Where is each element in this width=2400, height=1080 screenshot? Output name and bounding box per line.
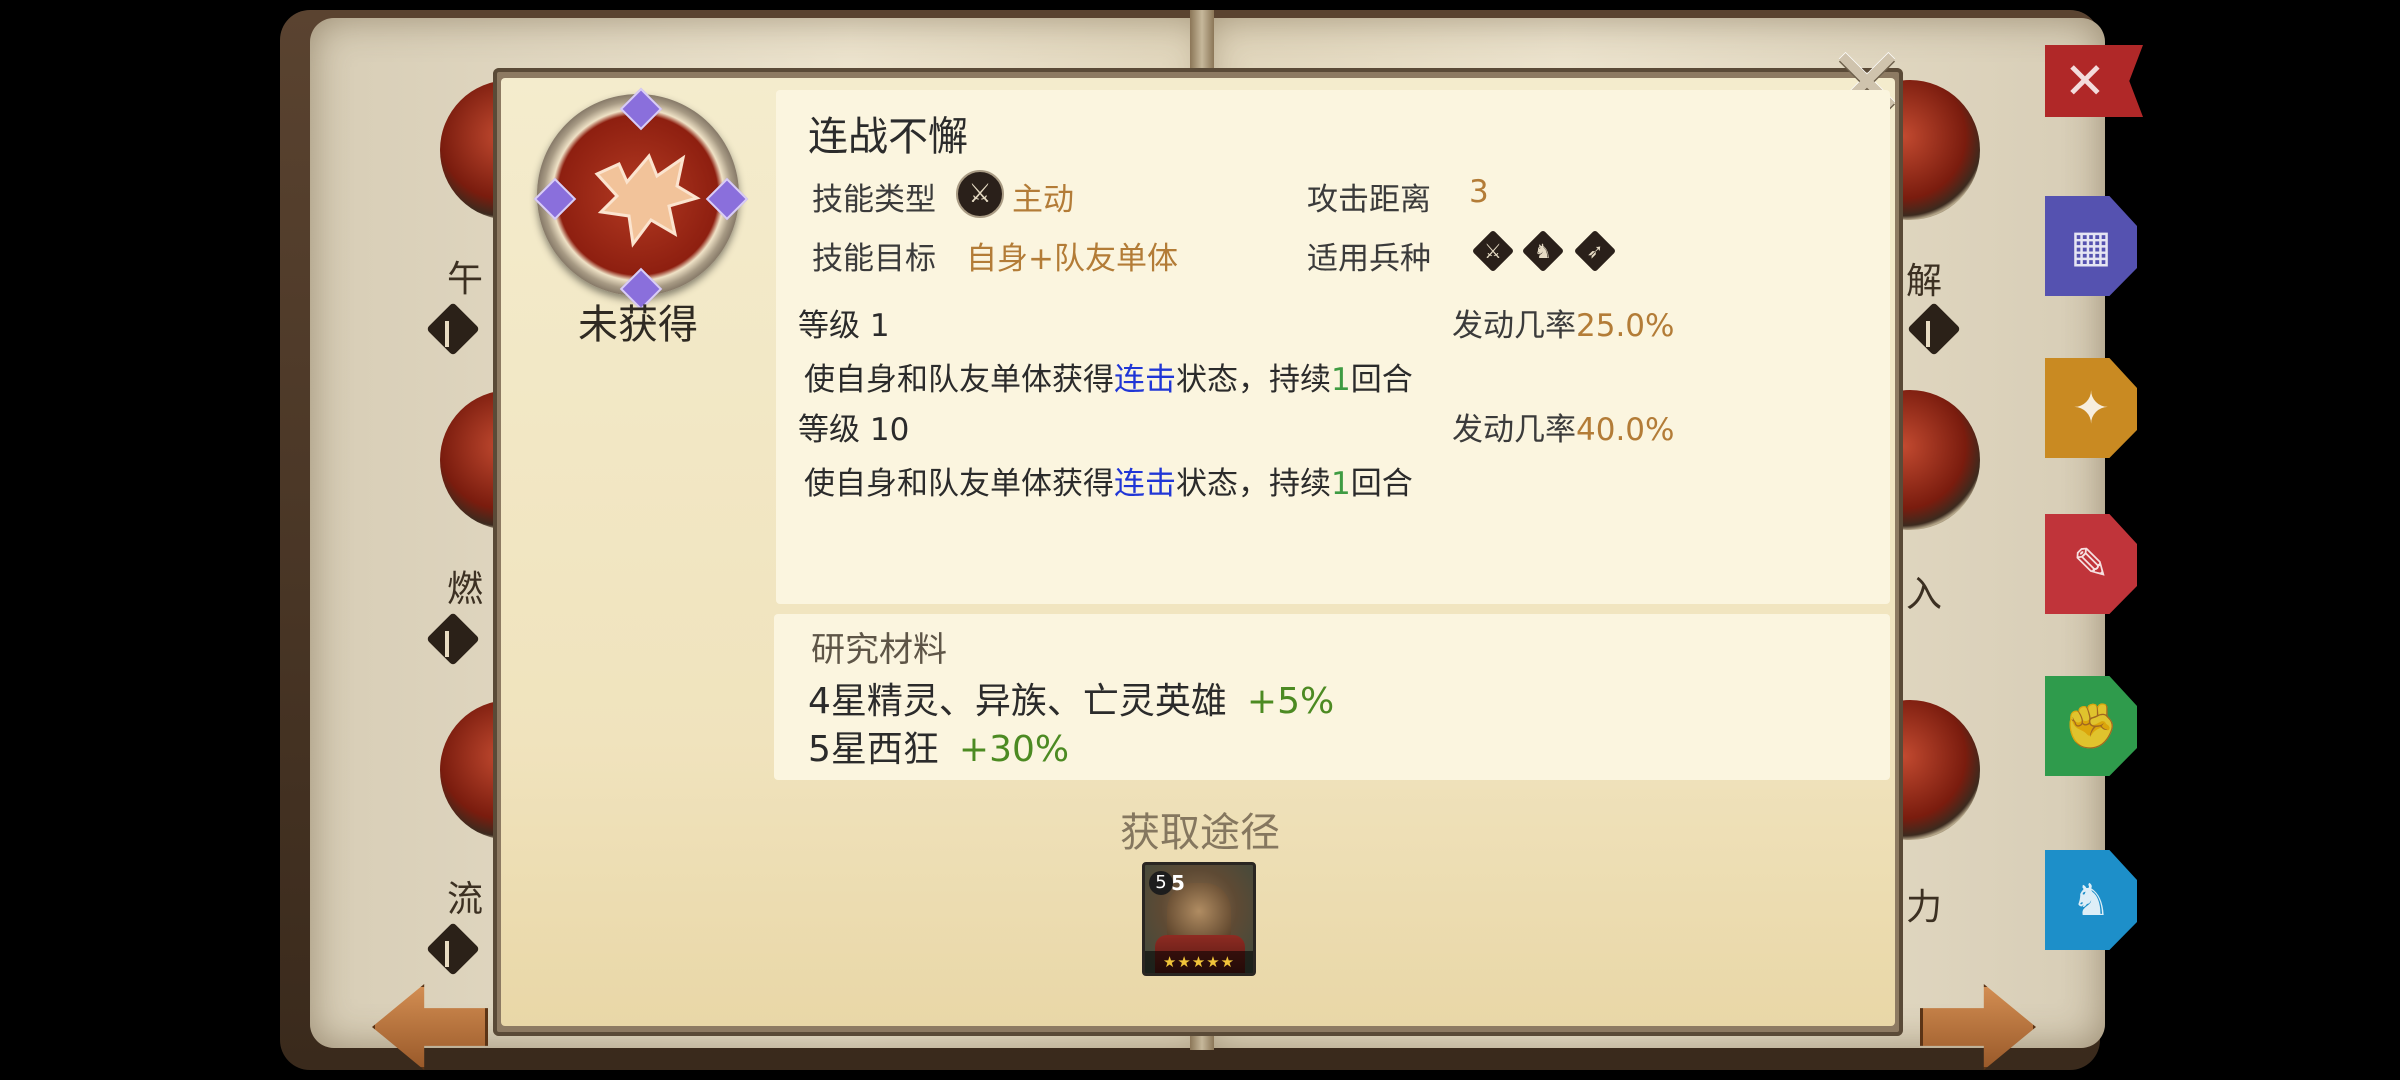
horse-icon: ♞	[1521, 229, 1565, 273]
bg-skill-label-2: 燃	[447, 569, 484, 610]
bg-skill-label-4: 解	[1906, 261, 1943, 302]
close-book-tab[interactable]: ✕	[2045, 45, 2143, 117]
skill-target-label: 技能目标	[812, 241, 936, 277]
horse-icon: ♞	[2071, 874, 2111, 926]
skill-type-value: 主动	[1012, 182, 1074, 218]
bow-icon: ➶	[1573, 229, 1617, 273]
level-10-label: 等级 10	[798, 412, 910, 448]
level-10-description: 使自身和队友单体获得连击状态，持续1回合	[804, 466, 1413, 502]
skill-target-value: 自身+队友单体	[966, 241, 1178, 277]
tab-compass[interactable]: ✦	[2045, 358, 2137, 458]
level-1-rate: 发动几率25.0%	[1452, 308, 1675, 344]
skill-info-panel	[776, 90, 1890, 604]
compass-icon: ✦	[2072, 382, 2110, 434]
hero-stars: ★★★★★	[1145, 951, 1253, 973]
level-1-label: 等级 1	[798, 308, 890, 344]
active-skill-icon: ⚔	[956, 170, 1004, 218]
research-item: 4星精灵、异族、亡灵英雄 +5%	[808, 681, 1335, 722]
bg-skill-label-3: 流	[447, 879, 484, 920]
research-title: 研究材料	[811, 630, 947, 670]
combo-status-link[interactable]: 连击	[1114, 466, 1176, 502]
source-hero-card[interactable]: 5 5 ★★★★★	[1142, 862, 1256, 976]
skill-status-label: 未获得	[578, 302, 698, 348]
tab-grid[interactable]: ▦	[2045, 196, 2137, 296]
tab-fist[interactable]: ✊	[2045, 676, 2137, 776]
skill-type-label: 技能类型	[812, 182, 936, 218]
hero-level-badge: 5	[1149, 871, 1173, 895]
tab-horse[interactable]: ♞	[2045, 850, 2137, 950]
research-item: 5星西狂 +30%	[808, 729, 1070, 770]
source-title: 获取途径	[1120, 810, 1280, 856]
bg-skill-label-5: 入	[1906, 574, 1943, 615]
level-10-rate: 发动几率40.0%	[1452, 412, 1675, 448]
tab-skill[interactable]: ✎	[2045, 514, 2137, 614]
attack-range-value: 3	[1469, 174, 1489, 210]
skill-icon: ✎	[2072, 538, 2110, 590]
grid-icon: ▦	[2070, 220, 2112, 272]
skill-name: 连战不懈	[808, 114, 968, 160]
bg-skill-label-6: 力	[1906, 887, 1943, 928]
level-1-description: 使自身和队友单体获得连击状态，持续1回合	[804, 362, 1413, 398]
bg-skill-label-1: 午	[447, 259, 484, 300]
unit-type-label: 适用兵种	[1307, 241, 1431, 277]
attack-range-label: 攻击距离	[1307, 182, 1431, 218]
combo-status-link[interactable]: 连击	[1114, 362, 1176, 398]
fist-icon: ✊	[2063, 701, 2119, 752]
hero-count: 5	[1171, 871, 1185, 895]
sword-icon: ⚔	[1471, 229, 1515, 273]
close-icon: ✕	[2064, 52, 2106, 110]
